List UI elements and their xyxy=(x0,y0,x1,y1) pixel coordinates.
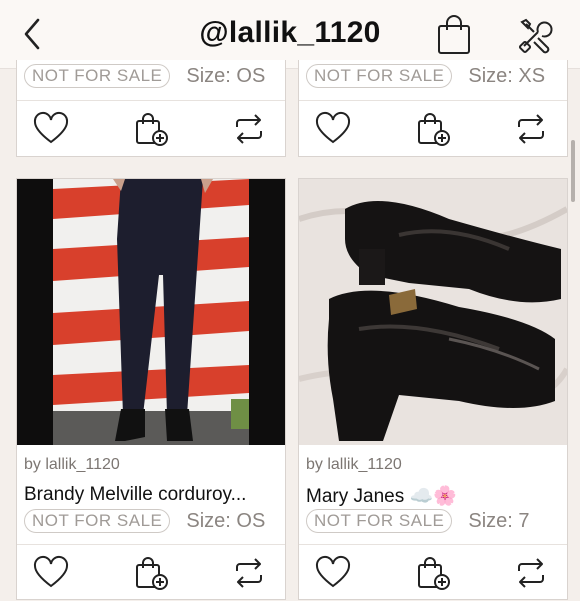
listing-card[interactable]: by lallik_1120 Brandy Melville corduroy.… xyxy=(16,178,286,600)
not-for-sale-badge: NOT FOR SALE xyxy=(24,509,171,533)
share-repost-icon[interactable] xyxy=(231,111,267,147)
listing-tags: NOT FOR SALE Size: OS xyxy=(24,63,265,89)
not-for-sale-badge: NOT FOR SALE xyxy=(24,64,171,88)
share-repost-icon[interactable] xyxy=(231,555,267,591)
share-repost-icon[interactable] xyxy=(513,555,549,591)
listing-title[interactable]: Mary Janes ☁️🌸 xyxy=(306,484,457,508)
seller-name[interactable]: by lallik_1120 xyxy=(24,456,120,474)
bundle-add-icon[interactable] xyxy=(415,111,451,147)
listing-tags: NOT FOR SALE Size: 7 xyxy=(306,508,530,534)
heart-icon[interactable] xyxy=(33,111,69,147)
listing-title[interactable]: Brandy Melville corduroy... xyxy=(24,484,246,506)
not-for-sale-badge: NOT FOR SALE xyxy=(306,509,453,533)
bundle-add-icon[interactable] xyxy=(133,555,169,591)
listing-actions xyxy=(299,544,567,601)
bundle-add-icon[interactable] xyxy=(133,111,169,147)
not-for-sale-badge: NOT FOR SALE xyxy=(306,64,453,88)
listing-photo[interactable] xyxy=(299,179,567,445)
heart-icon[interactable] xyxy=(33,555,69,591)
size-label: Size: 7 xyxy=(468,509,530,532)
listing-card[interactable]: NOT FOR SALE Size: XS xyxy=(298,60,568,157)
listing-actions xyxy=(299,100,567,157)
page-title: @lallik_1120 xyxy=(199,16,381,49)
listing-actions xyxy=(17,544,285,601)
listing-photo[interactable] xyxy=(17,179,285,445)
listing-card[interactable]: by lallik_1120 Mary Janes ☁️🌸 NOT FOR SA… xyxy=(298,178,568,600)
seller-name[interactable]: by lallik_1120 xyxy=(306,456,402,474)
listing-actions xyxy=(17,100,285,157)
bundle-add-icon[interactable] xyxy=(415,555,451,591)
heart-icon[interactable] xyxy=(315,111,351,147)
share-repost-icon[interactable] xyxy=(513,111,549,147)
tools-icon[interactable] xyxy=(516,16,556,56)
listing-card[interactable]: NOT FOR SALE Size: OS xyxy=(16,60,286,157)
listing-tags: NOT FOR SALE Size: XS xyxy=(306,63,545,89)
heart-icon[interactable] xyxy=(315,555,351,591)
listing-tags: NOT FOR SALE Size: OS xyxy=(24,508,265,534)
top-nav-bar: @lallik_1120 xyxy=(0,0,580,69)
scrollbar[interactable] xyxy=(571,140,575,202)
size-label: Size: OS xyxy=(186,509,266,532)
shopping-bag-icon[interactable] xyxy=(436,14,472,56)
size-label: Size: OS xyxy=(186,64,266,87)
size-label: Size: XS xyxy=(468,64,546,87)
